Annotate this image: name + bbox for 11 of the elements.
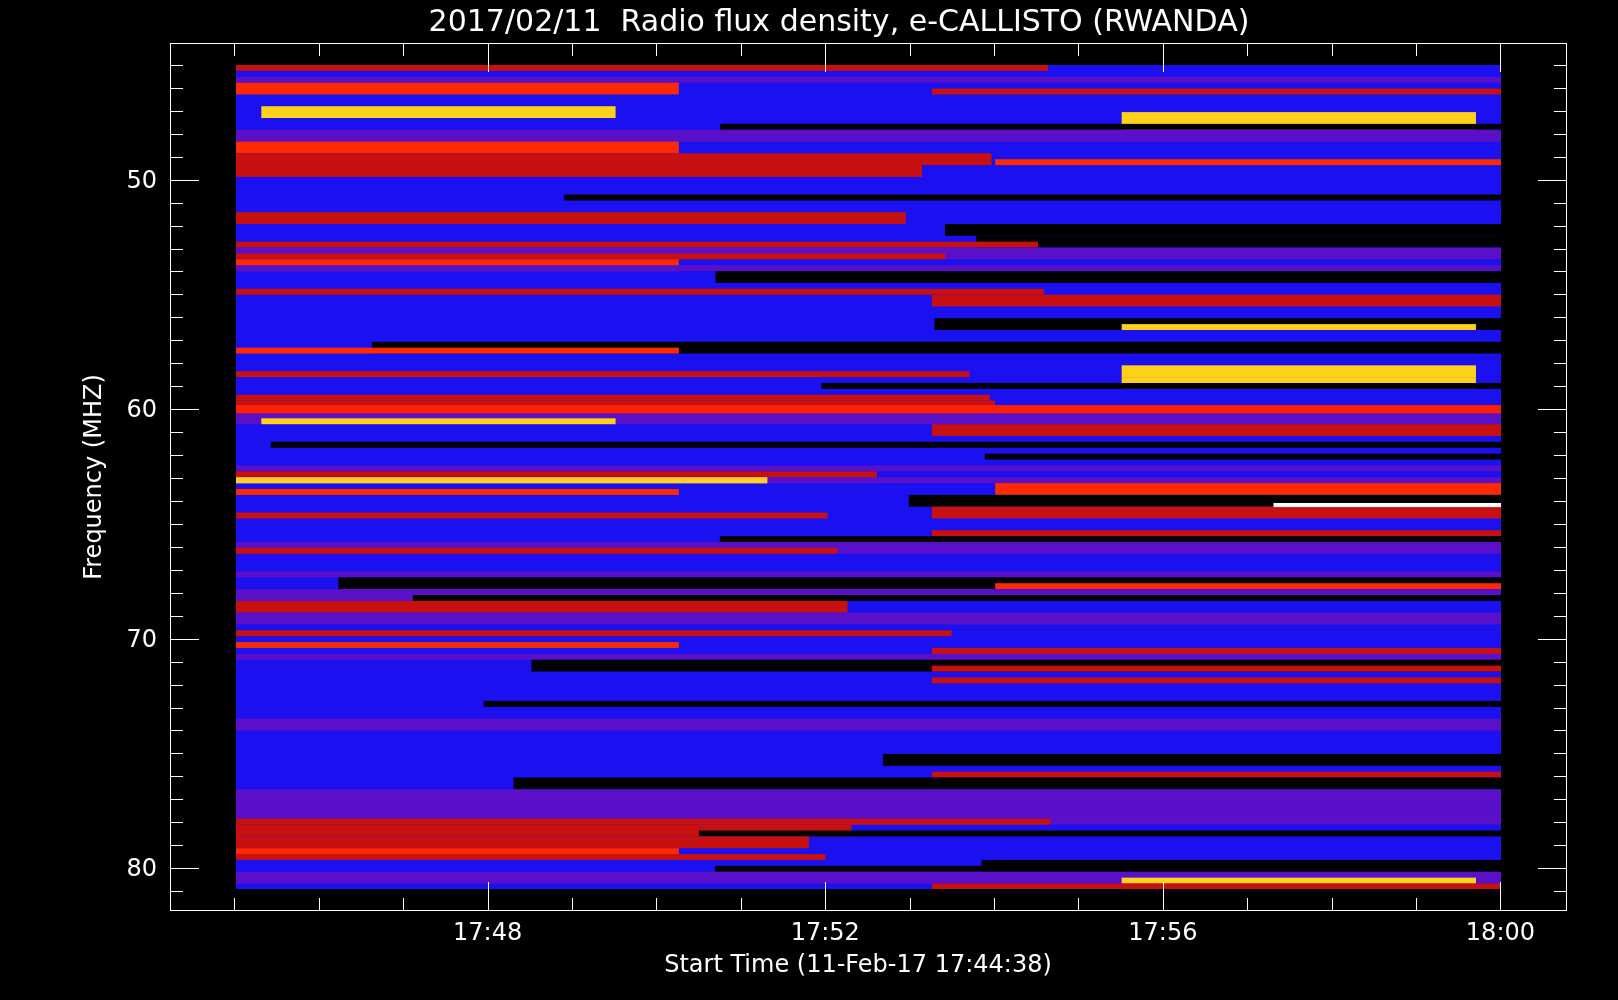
y-axis-title: Frequency (MHZ) bbox=[79, 374, 107, 580]
y-tick-label: 70 bbox=[126, 624, 157, 653]
y-tick-label: 60 bbox=[126, 395, 157, 424]
y-tick-label: 50 bbox=[126, 165, 157, 194]
x-tick-label: 17:52 bbox=[790, 918, 860, 946]
y-tick-label: 80 bbox=[126, 854, 157, 883]
plot-title: 2017/02/11 Radio flux density, e-CALLISTO (RWANDA) bbox=[428, 2, 1250, 40]
x-tick-label: 17:56 bbox=[1128, 918, 1198, 946]
x-tick-label: 17:48 bbox=[453, 918, 523, 946]
x-tick-label: 18:00 bbox=[1465, 918, 1535, 946]
x-axis-title: Start Time (11-Feb-17 17:44:38) bbox=[664, 950, 1052, 978]
